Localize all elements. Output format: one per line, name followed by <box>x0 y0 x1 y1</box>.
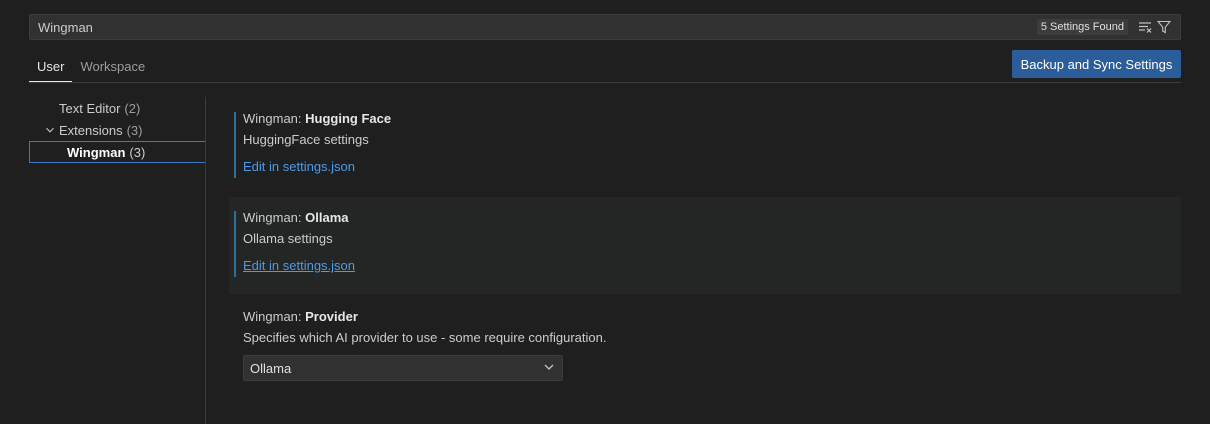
tab-workspace[interactable]: Workspace <box>72 54 153 82</box>
toc-item-extensions[interactable]: Extensions (3) <box>29 119 206 141</box>
setting-provider: Wingman: Provider Specifies which AI pro… <box>229 296 1181 396</box>
edit-settings-json-link[interactable]: Edit in settings.json <box>243 258 355 273</box>
settings-editor: Wingman 5 Settings Found User Workspace … <box>0 0 1210 424</box>
setting-description: HuggingFace settings <box>243 132 369 147</box>
provider-select[interactable]: Ollama <box>243 355 563 381</box>
settings-scope-tabs: User Workspace <box>29 54 153 82</box>
provider-select-value: Ollama <box>250 360 292 376</box>
backup-sync-button[interactable]: Backup and Sync Settings <box>1012 50 1181 78</box>
toc-divider <box>205 97 206 424</box>
setting-description: Ollama settings <box>243 231 333 246</box>
toc-item-label: Text Editor <box>59 100 121 116</box>
clear-filter-icon[interactable] <box>1137 19 1153 35</box>
setting-hugging-face: Wingman: Hugging Face HuggingFace settin… <box>229 98 1181 194</box>
settings-toc: Text Editor (2) Extensions (3) Wingman (… <box>29 97 206 163</box>
toc-item-count: (3) <box>126 122 143 138</box>
filter-icon[interactable] <box>1156 19 1172 35</box>
modified-indicator <box>234 211 236 277</box>
setting-title: Wingman: Ollama <box>243 210 349 225</box>
setting-title: Wingman: Hugging Face <box>243 111 392 126</box>
toc-item-label: Wingman <box>67 144 126 160</box>
toc-item-wingman[interactable]: Wingman (3) <box>29 141 206 163</box>
settings-count-badge: 5 Settings Found <box>1036 19 1128 35</box>
tabs-divider <box>29 82 1181 83</box>
modified-indicator <box>234 112 236 178</box>
setting-description: Specifies which AI provider to use - som… <box>243 330 607 345</box>
chevron-down-icon[interactable] <box>41 124 59 136</box>
search-input[interactable]: Wingman <box>38 20 1037 35</box>
toc-item-text-editor[interactable]: Text Editor (2) <box>29 97 206 119</box>
setting-title: Wingman: Provider <box>243 309 358 324</box>
edit-settings-json-link[interactable]: Edit in settings.json <box>243 159 355 174</box>
settings-search-box[interactable]: Wingman 5 Settings Found <box>29 14 1181 40</box>
setting-ollama: Wingman: Ollama Ollama settings Edit in … <box>229 197 1181 294</box>
tab-user[interactable]: User <box>29 54 73 82</box>
toc-item-count: (3) <box>129 144 146 160</box>
toc-item-label: Extensions <box>59 122 123 138</box>
toc-item-count: (2) <box>124 100 141 116</box>
chevron-down-icon <box>542 360 556 377</box>
